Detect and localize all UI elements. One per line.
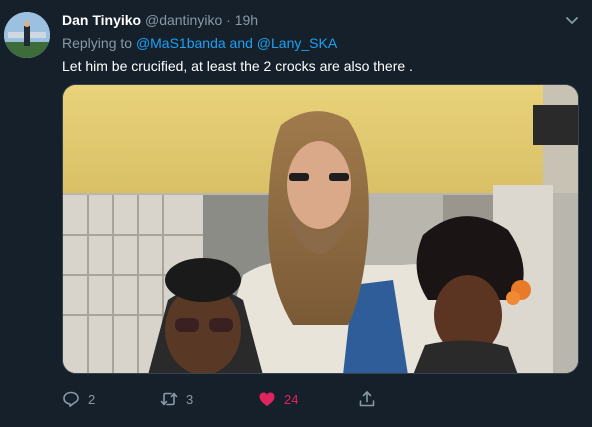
author-name[interactable]: Dan Tinyiko — [62, 12, 141, 28]
reply-count: 2 — [88, 391, 96, 407]
retweet-button[interactable]: 3 — [160, 390, 193, 408]
tweet-text: Let him be crucified, at least the 2 cro… — [62, 58, 413, 74]
share-button[interactable] — [358, 390, 384, 408]
tweet-time[interactable]: 19h — [235, 12, 258, 28]
avatar[interactable] — [4, 12, 50, 58]
share-icon — [359, 391, 375, 407]
photo-image — [63, 85, 578, 373]
mention-link[interactable]: @Lany_SKA — [257, 35, 337, 51]
tweet-actions: 2 3 24 — [62, 390, 482, 412]
replying-to: Replying to @MaS1banda and @Lany_SKA — [62, 35, 337, 51]
like-count: 24 — [284, 391, 299, 407]
retweet-count: 3 — [186, 391, 194, 407]
separator-dot: · — [226, 12, 231, 28]
tweet[interactable]: Dan Tinyiko @dantinyiko · 19h Replying t… — [0, 0, 592, 427]
like-button[interactable]: 24 — [258, 390, 298, 408]
tweet-photo[interactable] — [62, 84, 579, 374]
heart-icon — [259, 392, 275, 406]
reply-button[interactable]: 2 — [62, 390, 95, 408]
and-text[interactable]: and — [226, 35, 257, 51]
mention-link[interactable]: @MaS1banda — [136, 35, 226, 51]
replying-prefix: Replying to — [62, 35, 136, 51]
retweet-icon — [160, 392, 178, 406]
author-handle[interactable]: @dantinyiko — [145, 12, 222, 28]
avatar-image — [4, 12, 50, 58]
reply-icon — [63, 391, 79, 407]
chevron-down-icon[interactable] — [565, 14, 579, 28]
tweet-header: Dan Tinyiko @dantinyiko · 19h — [62, 12, 258, 28]
